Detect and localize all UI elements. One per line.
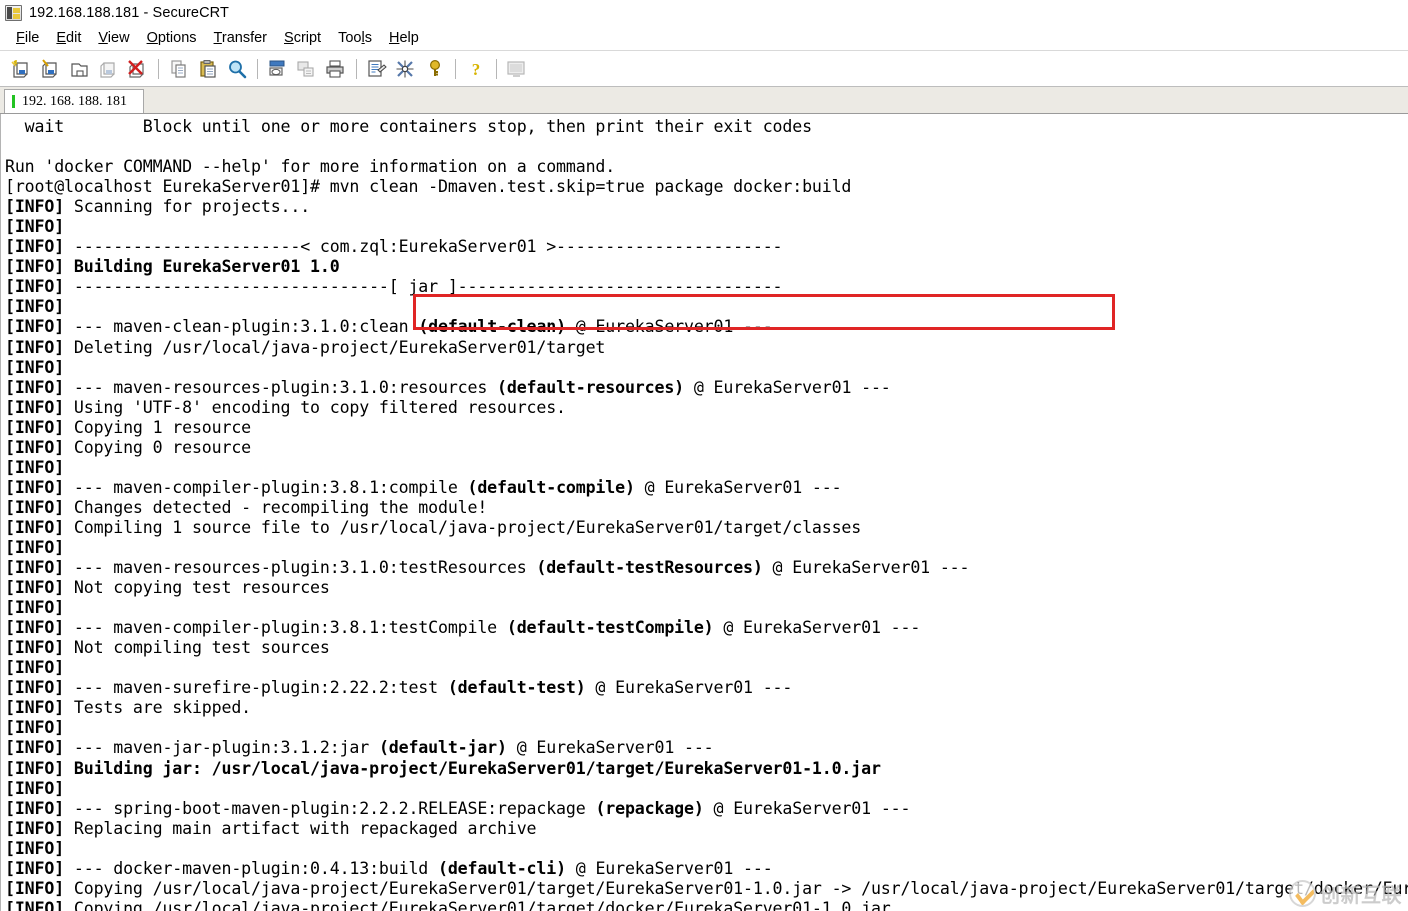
terminal-line: [INFO]	[5, 537, 65, 557]
disconnect-icon[interactable]	[125, 56, 150, 81]
menu-item-file[interactable]: File	[8, 28, 48, 48]
key-icon[interactable]	[422, 56, 447, 81]
terminal-line: [INFO] Deleting /usr/local/java-project/…	[5, 337, 606, 357]
terminal-line: [INFO] Tests are skipped.	[5, 698, 252, 718]
terminal-line: [INFO] --- maven-resources-plugin:3.1.0:…	[5, 377, 891, 397]
toolbar: ?	[0, 51, 1408, 87]
terminal-line: [INFO] Not copying test resources	[5, 578, 330, 598]
terminal-line: [INFO]	[5, 838, 65, 858]
terminal-line: [INFO]	[5, 778, 65, 798]
menu-bar: File Edit View Options Transfer Script Tools He…	[0, 26, 1408, 51]
terminal-line: [INFO] --- maven-resources-plugin:3.1.0:…	[5, 558, 970, 578]
tab-session-192-168-188-181[interactable]: 192. 168. 188. 181	[4, 89, 144, 113]
toolbar-separator-1	[158, 58, 159, 79]
terminal-line: [INFO] Copying /usr/local/java-project/E…	[5, 898, 891, 911]
terminal-line: [INFO] --------------------------------[…	[5, 277, 783, 297]
terminal-line: [INFO] Changes detected - recompiling th…	[5, 497, 488, 517]
terminal-line: [INFO] Copying 0 resource	[5, 437, 252, 457]
help-icon[interactable]: ?	[463, 56, 488, 81]
terminal-line: [INFO] --- spring-boot-maven-plugin:2.2.…	[5, 798, 911, 818]
global-options-icon[interactable]	[393, 56, 418, 81]
log-session-icon[interactable]	[294, 56, 319, 81]
terminal-line: [INFO] Copying /usr/local/java-project/E…	[5, 878, 1408, 898]
title-bar: 192.168.188.181 - SecureCRT	[0, 0, 1408, 26]
terminal-line: [INFO] Scanning for projects...	[5, 197, 311, 217]
connect-in-tab-icon[interactable]	[67, 56, 92, 81]
terminal-line: [INFO] Compiling 1 source file to /usr/l…	[5, 517, 862, 537]
terminal-line: wait Block until one or more containers …	[5, 117, 812, 136]
terminal-line: [INFO] Building jar: /usr/local/java-pro…	[5, 758, 881, 778]
terminal-line: [INFO] --- maven-jar-plugin:3.1.2:jar (d…	[5, 738, 714, 758]
tab-connected-indicator	[12, 95, 15, 108]
terminal-line: [INFO] -----------------------< com.zql:…	[5, 237, 783, 257]
terminal-line: [INFO] --- maven-clean-plugin:3.1.0:clea…	[5, 317, 773, 337]
terminal-line: [INFO] Using 'UTF-8' encoding to copy fi…	[5, 397, 566, 417]
menu-item-transfer[interactable]: Transfer	[206, 28, 276, 48]
toolbar-separator-3	[356, 58, 357, 79]
terminal-line: [INFO] Building EurekaServer01 1.0	[5, 257, 340, 277]
quick-connect-icon[interactable]	[38, 56, 63, 81]
terminal-line: Run 'docker COMMAND --help' for more inf…	[5, 157, 616, 177]
print-screen-icon[interactable]	[265, 56, 290, 81]
toolbar-separator-5	[496, 58, 497, 79]
paste-icon[interactable]	[195, 56, 220, 81]
terminal-line: [INFO]	[5, 457, 65, 477]
terminal-line: [INFO] --- maven-compiler-plugin:3.8.1:c…	[5, 477, 842, 497]
terminal-line: [INFO]	[5, 217, 65, 237]
terminal-line: [INFO] --- maven-surefire-plugin:2.22.2:…	[5, 678, 793, 698]
window-title: 192.168.188.181 - SecureCRT	[29, 4, 229, 21]
terminal-line: [INFO] Copying 1 resource	[5, 417, 252, 437]
terminal-line: [INFO]	[5, 598, 65, 618]
connect-icon[interactable]	[9, 56, 34, 81]
securecrt-icon	[5, 4, 22, 21]
menu-item-tools[interactable]: Tools	[330, 28, 381, 48]
toolbar-separator-2	[257, 58, 258, 79]
tab-strip: 192. 168. 188. 181	[0, 87, 1408, 114]
desktop-icon[interactable]	[504, 56, 529, 81]
print-icon[interactable]	[323, 56, 348, 81]
menu-item-options[interactable]: Options	[139, 28, 206, 48]
terminal-line: [INFO]	[5, 658, 65, 678]
svg-text:?: ?	[471, 60, 480, 79]
terminal-line: [root@localhost EurekaServer01]# mvn cle…	[5, 177, 852, 197]
terminal-line: [INFO]	[5, 297, 65, 317]
terminal-line: [INFO]	[5, 718, 65, 738]
terminal-line: [INFO] --- docker-maven-plugin:0.4.13:bu…	[5, 858, 773, 878]
menu-item-view[interactable]: View	[90, 28, 138, 48]
copy-icon[interactable]	[166, 56, 191, 81]
terminal-line: [INFO] Not compiling test sources	[5, 638, 330, 658]
session-options-icon[interactable]	[364, 56, 389, 81]
menu-item-help[interactable]: Help	[381, 28, 428, 48]
find-icon[interactable]	[224, 56, 249, 81]
terminal-line: [INFO]	[5, 357, 65, 377]
terminal-line: [INFO] --- maven-compiler-plugin:3.8.1:t…	[5, 618, 921, 638]
clone-session-icon[interactable]	[96, 56, 121, 81]
terminal-pane[interactable]: wait Block until one or more containers …	[0, 114, 1408, 911]
terminal-output: wait Block until one or more containers …	[1, 114, 1408, 911]
tab-label: 192. 168. 188. 181	[22, 93, 127, 109]
menu-item-edit[interactable]: Edit	[48, 28, 90, 48]
menu-item-script[interactable]: Script	[276, 28, 330, 48]
terminal-line: [INFO] Replacing main artifact with repa…	[5, 818, 537, 838]
toolbar-separator-4	[455, 58, 456, 79]
